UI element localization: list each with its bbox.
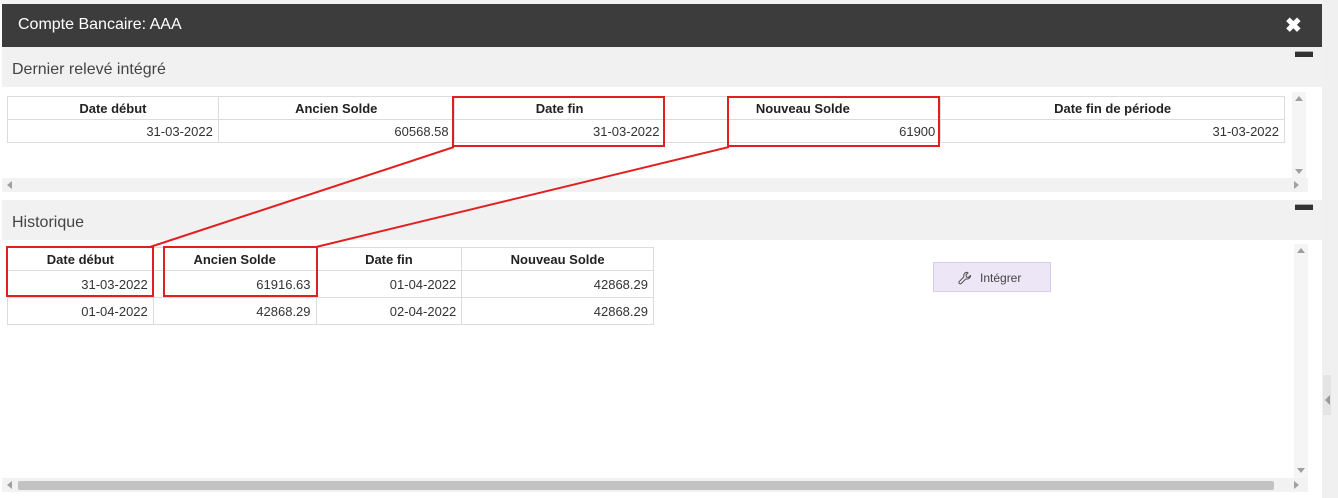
annotation-line [149,146,455,248]
annotation-line [315,146,730,248]
annotation-arrows [149,146,730,248]
